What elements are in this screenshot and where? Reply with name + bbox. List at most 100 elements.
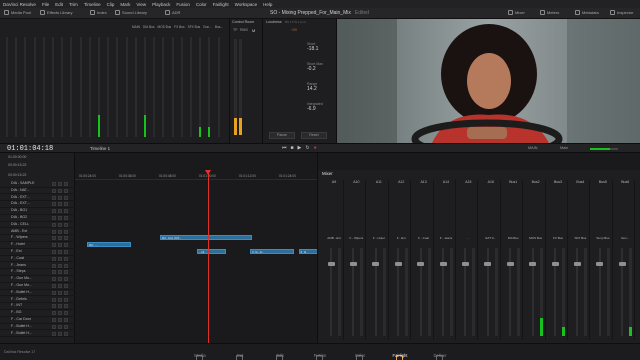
track-button-icon[interactable] — [52, 182, 56, 186]
track-header[interactable]: F - Wipers — [0, 235, 75, 242]
output-selector[interactable]: MAIN — [528, 146, 538, 150]
track-header[interactable]: F - Bullet H... — [0, 290, 75, 297]
track-header[interactable]: DIA - EXT... — [0, 201, 75, 208]
track-button-icon[interactable] — [64, 331, 68, 336]
volume-fader[interactable] — [506, 248, 514, 336]
track-button-icon[interactable] — [58, 229, 62, 234]
track-button-icon[interactable] — [58, 297, 62, 302]
track-header[interactable]: DIA - NAT... — [0, 188, 75, 195]
pause-button[interactable]: Pause — [269, 132, 295, 139]
fader-knob[interactable] — [417, 262, 425, 266]
page-color[interactable]: Color — [342, 353, 378, 360]
track-button-icon[interactable] — [52, 222, 56, 227]
track-button-icon[interactable] — [58, 290, 62, 295]
record-icon[interactable]: ● — [314, 145, 317, 151]
track-button-icon[interactable] — [64, 229, 68, 234]
stop-icon[interactable]: ■ — [291, 145, 294, 151]
track-button-icon[interactable] — [52, 250, 56, 254]
track-button-icon[interactable] — [52, 270, 56, 275]
page-cut[interactable]: Cut — [222, 353, 258, 360]
track-button-icon[interactable] — [64, 216, 68, 220]
menu-item-2[interactable]: Edit — [55, 2, 63, 7]
loop-icon[interactable]: ↻ — [305, 145, 309, 151]
menu-item-3[interactable]: Trim — [69, 2, 78, 7]
play-icon[interactable]: ▶ — [298, 145, 302, 151]
track-button-icon[interactable] — [52, 243, 56, 248]
volume-fader[interactable] — [417, 248, 425, 336]
track-button-icon[interactable] — [58, 331, 62, 336]
track-header[interactable]: F - INT — [0, 303, 75, 310]
track-header[interactable]: DIA - CELL — [0, 222, 75, 229]
track-button-icon[interactable] — [58, 216, 62, 220]
track-button-icon[interactable] — [64, 182, 68, 186]
track-button-icon[interactable] — [58, 270, 62, 275]
fader-knob[interactable] — [484, 262, 492, 266]
track-button-icon[interactable] — [64, 256, 68, 261]
fader-knob[interactable] — [618, 262, 626, 266]
track-button-icon[interactable] — [64, 324, 68, 329]
track-button-icon[interactable] — [52, 195, 56, 200]
track-button-icon[interactable] — [58, 311, 62, 316]
track-button-icon[interactable] — [58, 284, 62, 288]
menu-item-10[interactable]: Color — [196, 2, 207, 7]
track-header[interactable]: DIA - BG2 — [0, 215, 75, 222]
media-pool-button[interactable]: Media Pool — [4, 10, 31, 15]
page-edit[interactable]: Edit — [262, 353, 298, 360]
video-viewer[interactable] — [337, 19, 640, 143]
track-button-icon[interactable] — [64, 290, 68, 295]
track-header[interactable]: F - Car Door — [0, 317, 75, 324]
volume-fader[interactable] — [529, 248, 537, 336]
track-button-icon[interactable] — [58, 277, 62, 282]
monitor-selector[interactable]: Main — [560, 146, 568, 150]
volume-fader[interactable] — [618, 248, 626, 336]
track-button-icon[interactable] — [52, 284, 56, 288]
track-button-icon[interactable] — [58, 202, 62, 207]
track-header[interactable]: F - Debris — [0, 297, 75, 304]
menu-item-4[interactable]: Timeline — [84, 2, 101, 7]
track-button-icon[interactable] — [58, 318, 62, 322]
volume-fader[interactable] — [551, 248, 559, 336]
track-header[interactable]: F - Ext — [0, 249, 75, 256]
track-button-icon[interactable] — [64, 318, 68, 322]
menu-item-12[interactable]: Workspace — [235, 2, 257, 7]
menu-item-5[interactable]: Clip — [107, 2, 115, 7]
track-button-icon[interactable] — [64, 236, 68, 241]
index-button[interactable]: Index — [90, 10, 107, 15]
track-button-icon[interactable] — [58, 195, 62, 200]
page-fusion[interactable]: Fusion — [302, 353, 338, 360]
menu-item-9[interactable]: Fusion — [176, 2, 190, 7]
fader-knob[interactable] — [529, 262, 537, 266]
volume-fader[interactable] — [573, 248, 581, 336]
track-header[interactable]: F - BG — [0, 310, 75, 317]
page-deliver[interactable]: Deliver — [422, 353, 458, 360]
track-header[interactable]: F - Hotel — [0, 242, 75, 249]
track-button-icon[interactable] — [64, 243, 68, 248]
audio-clip[interactable]: 3_G — [298, 249, 317, 254]
track-button-icon[interactable] — [58, 304, 62, 309]
track-button-icon[interactable] — [52, 331, 56, 336]
track-header[interactable]: F - Coat — [0, 256, 75, 263]
fader-knob[interactable] — [506, 262, 514, 266]
track-button-icon[interactable] — [52, 256, 56, 261]
track-button-icon[interactable] — [64, 263, 68, 268]
page-fairlight[interactable]: Fairlight — [382, 353, 418, 360]
playhead-marker-icon[interactable] — [205, 170, 211, 175]
timeline-selector[interactable]: Timeline 1 — [90, 146, 110, 151]
menu-item-6[interactable]: Mark — [120, 2, 130, 7]
track-button-icon[interactable] — [52, 263, 56, 268]
track-header[interactable]: F - Bullet H... — [0, 324, 75, 331]
track-button-icon[interactable] — [52, 318, 56, 322]
timeline-area[interactable]: 01:00:24:0001:00:36:0001:00:48:0001:01:0… — [75, 153, 318, 343]
track-button-icon[interactable] — [52, 229, 56, 234]
track-button-icon[interactable] — [64, 188, 68, 193]
fader-knob[interactable] — [349, 262, 357, 266]
track-button-icon[interactable] — [58, 256, 62, 261]
track-button-icon[interactable] — [64, 311, 68, 316]
track-header[interactable]: DIA - BG1 — [0, 208, 75, 215]
track-button-icon[interactable] — [58, 324, 62, 329]
track-button-icon[interactable] — [58, 182, 62, 186]
fader-knob[interactable] — [573, 262, 581, 266]
sound-library-button[interactable]: Sound Library — [115, 10, 147, 15]
track-button-icon[interactable] — [58, 263, 62, 268]
track-button-icon[interactable] — [52, 216, 56, 220]
